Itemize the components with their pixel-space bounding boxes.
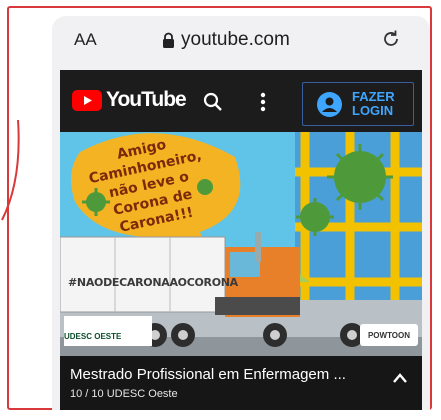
browser-address-bar[interactable]: AA youtube.com [52, 16, 430, 66]
url-field[interactable]: youtube.com [162, 29, 290, 51]
phone-screen: AA youtube.com YouTube FAZER LOGIN Amigo… [52, 16, 430, 410]
search-icon[interactable] [202, 91, 224, 113]
reload-icon[interactable] [380, 28, 402, 50]
sponsor-logo [64, 316, 152, 346]
hashtag-text: #NAODECARONAAOCORONA [68, 276, 238, 289]
video-meta: 10 / 10 UDESC Oeste [70, 388, 178, 400]
video-thumbnail[interactable]: Amigo Caminhoneiro, não leve o Corona de… [60, 132, 422, 356]
sign-in-label: FAZER LOGIN [352, 89, 395, 118]
sign-in-button[interactable]: FAZER LOGIN [302, 82, 414, 126]
url-text: youtube.com [181, 29, 290, 50]
youtube-wordmark: YouTube [106, 88, 187, 111]
more-vert-icon[interactable] [259, 91, 267, 113]
youtube-header: YouTube FAZER LOGIN [60, 70, 422, 132]
text-size-button[interactable]: AA [74, 30, 97, 50]
youtube-play-icon [72, 89, 102, 111]
youtube-logo[interactable]: YouTube [72, 88, 187, 112]
watermark-logo: POWTOON [360, 324, 418, 346]
lock-icon [163, 32, 174, 48]
account-icon [317, 91, 342, 117]
sponsor-logo-text: UDESC OESTE [64, 332, 122, 341]
chevron-up-icon[interactable] [392, 372, 408, 384]
video-info-bar[interactable]: Mestrado Profissional em Enfermagem ... … [60, 356, 422, 410]
video-title[interactable]: Mestrado Profissional em Enfermagem ... [70, 366, 346, 383]
